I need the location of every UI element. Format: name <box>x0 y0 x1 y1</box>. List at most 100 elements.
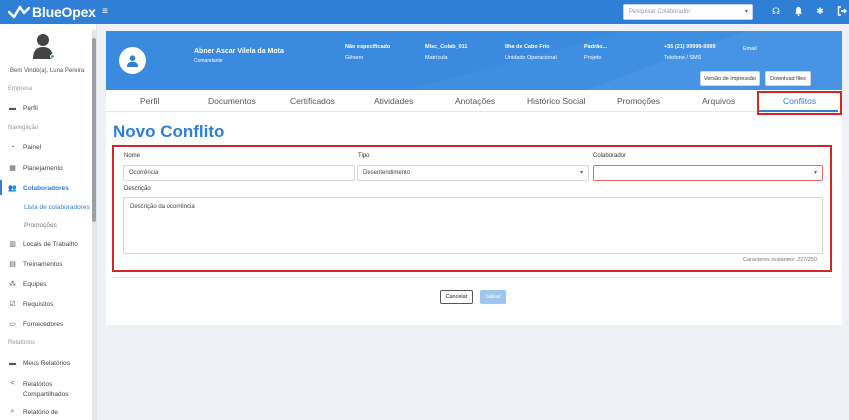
tab-anotacoes[interactable]: Anotações <box>455 96 495 106</box>
tab-certificados[interactable]: Certificados <box>290 96 335 106</box>
brand-name: BlueOpex <box>32 4 96 20</box>
descricao-textarea[interactable]: Descrição da ocorrência <box>123 197 823 254</box>
dashboard-icon: ◔ <box>10 144 15 151</box>
logo-mark-icon <box>7 5 31 19</box>
form-divider <box>112 277 832 278</box>
sidebar-item-equipes[interactable]: ⁂ Equipes <box>8 280 47 289</box>
genero-label: Gênero <box>345 55 364 61</box>
info-projeto: Padrão... Projeto <box>584 44 607 61</box>
sidebar-subitem-lista-colaboradores[interactable]: Lista de colaboradores <box>24 204 90 211</box>
sidebar-item-label: Treinamentos <box>23 260 63 268</box>
sidebar-item-relatorios-compartilhados[interactable]: < Relatórios Compartilhados <box>8 380 69 400</box>
tab-promocoes[interactable]: Promoções <box>617 96 660 106</box>
training-icon: ▤ <box>9 261 16 268</box>
tab-perfil[interactable]: Perfil <box>140 96 159 106</box>
page-title: Novo Conflito <box>113 122 225 141</box>
gear-icon[interactable]: ✱ <box>815 6 825 16</box>
unidade-label: Unidade Operacional <box>505 55 557 61</box>
projeto-label: Projeto <box>584 55 602 61</box>
nome-input[interactable]: Ocorrência <box>123 165 355 181</box>
print-icon: ▬ <box>9 360 16 367</box>
sidebar-item-meus-relatorios[interactable]: ▬ Meus Relatórios <box>8 360 70 367</box>
employee-name: Abner Ascar Vilela da Mota <box>194 48 284 55</box>
matricula-label: Matrícula <box>425 55 448 61</box>
descricao-value: Descrição da ocorrência <box>130 204 195 210</box>
sidebar-item-requisitos[interactable]: ☑ Requisitos <box>8 300 54 309</box>
sidebar-item-label: Meus Relatórios <box>23 360 70 367</box>
sidebar-item-fornecedores[interactable]: ▭ Fornecedores <box>8 320 63 329</box>
sidebar-item-label: Colaboradores <box>23 184 69 192</box>
colaborador-label: Colaborador <box>593 153 627 159</box>
sidebar-item-colaboradores[interactable]: 👥 Colaboradores <box>8 184 69 193</box>
nome-value: Ocorrência <box>129 170 159 176</box>
search-icon: ⌕ <box>10 408 15 415</box>
brand-logo[interactable]: BlueOpex <box>7 4 96 20</box>
cancel-button[interactable]: Cancelar <box>440 290 473 304</box>
sidebar-item-label: Painel <box>23 144 42 151</box>
bell-icon[interactable] <box>793 6 803 16</box>
online-status-indicator <box>50 54 55 59</box>
chevron-down-icon: ▾ <box>579 170 583 176</box>
tab-documentos[interactable]: Documentos <box>208 96 256 106</box>
tipo-select[interactable]: Desentendimento ▾ <box>357 165 589 181</box>
sidebar-item-label: Requisitos <box>23 300 54 308</box>
info-email: Email <box>743 46 757 52</box>
building-icon: ▥ <box>9 241 16 248</box>
calendar-icon: ▦ <box>9 165 16 172</box>
share-icon: < <box>10 380 15 387</box>
colaborador-select[interactable]: ▾ <box>593 165 823 181</box>
sidebar-scroll-thumb[interactable] <box>92 38 96 222</box>
sidebar-subitem-promocoes[interactable]: Promoções <box>24 222 57 229</box>
supplier-icon: ▭ <box>9 321 16 328</box>
employee-role: Comandante <box>194 58 223 64</box>
unidade-value: Ilha de Cabo Frio <box>505 44 550 50</box>
sidebar-item-label: Locais de Trabalho <box>23 240 78 248</box>
nome-label: Nome <box>124 153 141 159</box>
checkbox-icon: ☑ <box>9 301 16 308</box>
tab-atividades[interactable]: Atividades <box>374 96 413 106</box>
building-icon: ▬ <box>9 105 16 112</box>
sidebar-item-label: Equipes <box>23 280 47 288</box>
sidebar-item-painel[interactable]: ◔ Painel <box>8 144 41 151</box>
logout-icon[interactable] <box>837 6 847 16</box>
tab-historico-social[interactable]: Histórico Social <box>527 96 586 106</box>
info-genero: Não especificado Gênero <box>345 44 390 61</box>
save-button[interactable]: Salvar <box>480 290 506 304</box>
tab-highlight-box <box>757 91 842 115</box>
search-placeholder: Pesquisar Colaborador <box>629 9 691 15</box>
print-version-button[interactable]: Versão de Impressão <box>700 71 760 86</box>
matricula-value: Misc_Colab_011 <box>425 44 468 50</box>
section-empresa: Empresa <box>8 86 33 92</box>
projeto-value: Padrão... <box>584 44 608 50</box>
sidebar-item-locais[interactable]: ▥ Locais de Trabalho <box>8 240 78 249</box>
tipo-value: Desentendimento <box>363 170 411 176</box>
info-telefone: +55 (21) 99999-9999 Telefone / SMS <box>664 44 716 61</box>
search-employee-select[interactable]: Pesquisar Colaborador ▾ <box>623 4 753 20</box>
employee-avatar <box>119 47 146 74</box>
users-icon: 👥 <box>8 185 17 192</box>
sidebar-item-label: Perfil <box>23 105 38 112</box>
descricao-label: Descrição <box>124 186 151 192</box>
chevron-down-icon: ▾ <box>744 9 748 15</box>
info-unidade: Ilha de Cabo Frio Unidade Operacional <box>505 44 557 61</box>
sidebar-item-label: Compartilhados <box>23 391 69 398</box>
sidebar-item-treinamentos[interactable]: ▤ Treinamentos <box>8 260 63 269</box>
sidebar-item-perfil[interactable]: ▬ Perfil <box>8 105 38 112</box>
info-matricula: Misc_Colab_011 Matrícula <box>425 44 468 61</box>
headset-icon[interactable]: ☊ <box>771 6 781 16</box>
sidebar-item-label: Relatório de <box>23 408 59 416</box>
section-relatorios: Relatórios <box>8 340 36 346</box>
telefone-label: Telefone / SMS <box>664 55 702 61</box>
genero-value: Não especificado <box>345 44 391 50</box>
chevron-down-icon: ▾ <box>813 170 817 176</box>
telefone-value: +55 (21) 99999-9999 <box>664 44 716 50</box>
download-files-button[interactable]: Download files <box>765 71 811 86</box>
sidebar-item-planejamento[interactable]: ▦ Planejamento <box>8 164 63 173</box>
menu-icon[interactable]: ≡ <box>102 7 111 17</box>
tab-arquivos[interactable]: Arquivos <box>702 96 735 106</box>
active-item-indicator <box>0 180 2 195</box>
user-icon <box>127 54 138 67</box>
sidebar-item-relatorio-de[interactable]: ⌕ Relatório de <box>8 408 59 416</box>
tipo-label: Tipo <box>358 153 370 159</box>
team-icon: ⁂ <box>9 281 16 288</box>
